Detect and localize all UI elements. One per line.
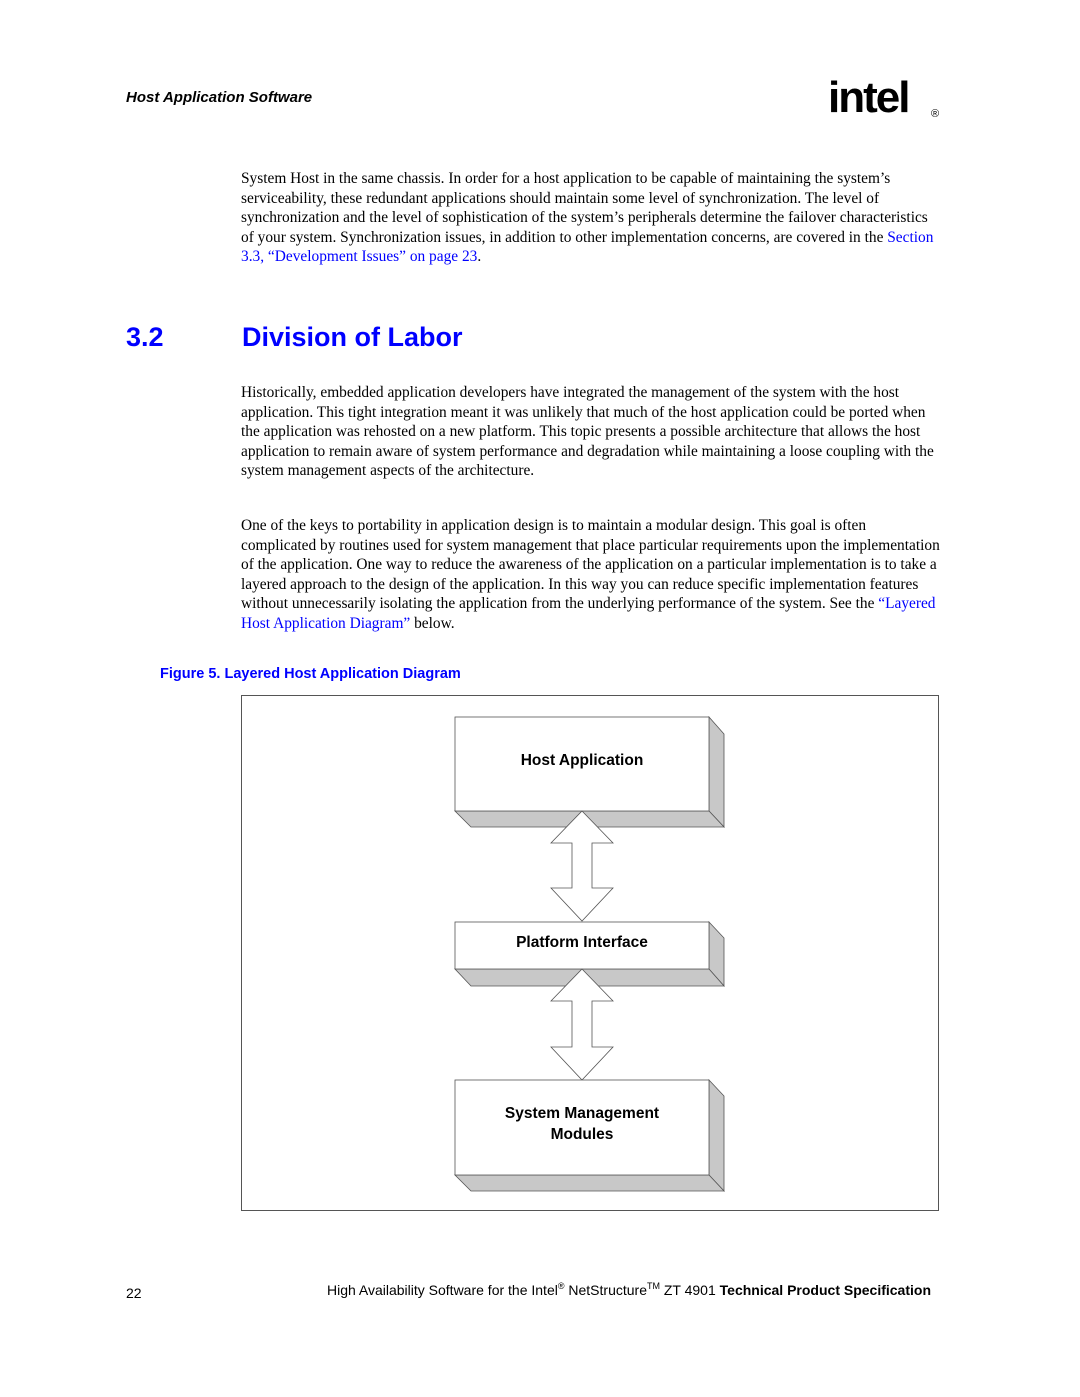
layered-diagram: Host Application Platform Interface Syst… bbox=[241, 695, 939, 1211]
box-side-shade bbox=[708, 715, 725, 829]
section-number: 3.2 bbox=[126, 322, 164, 352]
footer-title: High Availability Software for the Intel… bbox=[327, 1281, 931, 1298]
box-label: Platform Interface bbox=[516, 934, 648, 951]
registered-sup: ® bbox=[557, 1281, 565, 1291]
box-side-shade bbox=[708, 1078, 725, 1193]
footer-text-c: ZT 4901 bbox=[659, 1282, 720, 1298]
paragraph-text: System Host in the same chassis. In orde… bbox=[241, 170, 928, 246]
running-header-title: Host Application Software bbox=[126, 89, 313, 106]
host-application-box: Host Application bbox=[454, 715, 725, 829]
paragraph-end: . bbox=[477, 248, 482, 265]
figure-caption: Figure 5. Layered Host Application Diagr… bbox=[160, 666, 461, 682]
footer-text-a: High Availability Software for the Intel bbox=[326, 1282, 558, 1298]
footer-doc-type: Technical Product Specification bbox=[719, 1282, 931, 1298]
box-label: Host Application bbox=[521, 752, 644, 769]
intel-logo-text: intel bbox=[828, 73, 908, 122]
paragraph-intro: System Host in the same chassis. In orde… bbox=[241, 169, 941, 267]
page-number: 22 bbox=[126, 1285, 142, 1301]
paragraph-end: below. bbox=[410, 614, 455, 632]
system-management-box: System Management Modules bbox=[454, 1078, 725, 1193]
box-bottom-shade bbox=[454, 1174, 725, 1192]
paragraph-history: Historically, embedded application devel… bbox=[241, 384, 934, 479]
box-label-line2: Modules bbox=[551, 1126, 614, 1143]
footer-text-b: NetStructure bbox=[564, 1282, 647, 1298]
paragraph-portability: One of the keys to portability in applic… bbox=[241, 516, 941, 633]
paragraph-text: One of the keys to portability in applic… bbox=[241, 517, 940, 612]
section-title: Division of Labor bbox=[242, 322, 463, 352]
box-label-line1: System Management bbox=[505, 1105, 659, 1122]
registered-mark: ® bbox=[931, 108, 939, 120]
intel-logo: intel ® bbox=[828, 73, 939, 122]
trademark-sup: TM bbox=[646, 1281, 660, 1291]
